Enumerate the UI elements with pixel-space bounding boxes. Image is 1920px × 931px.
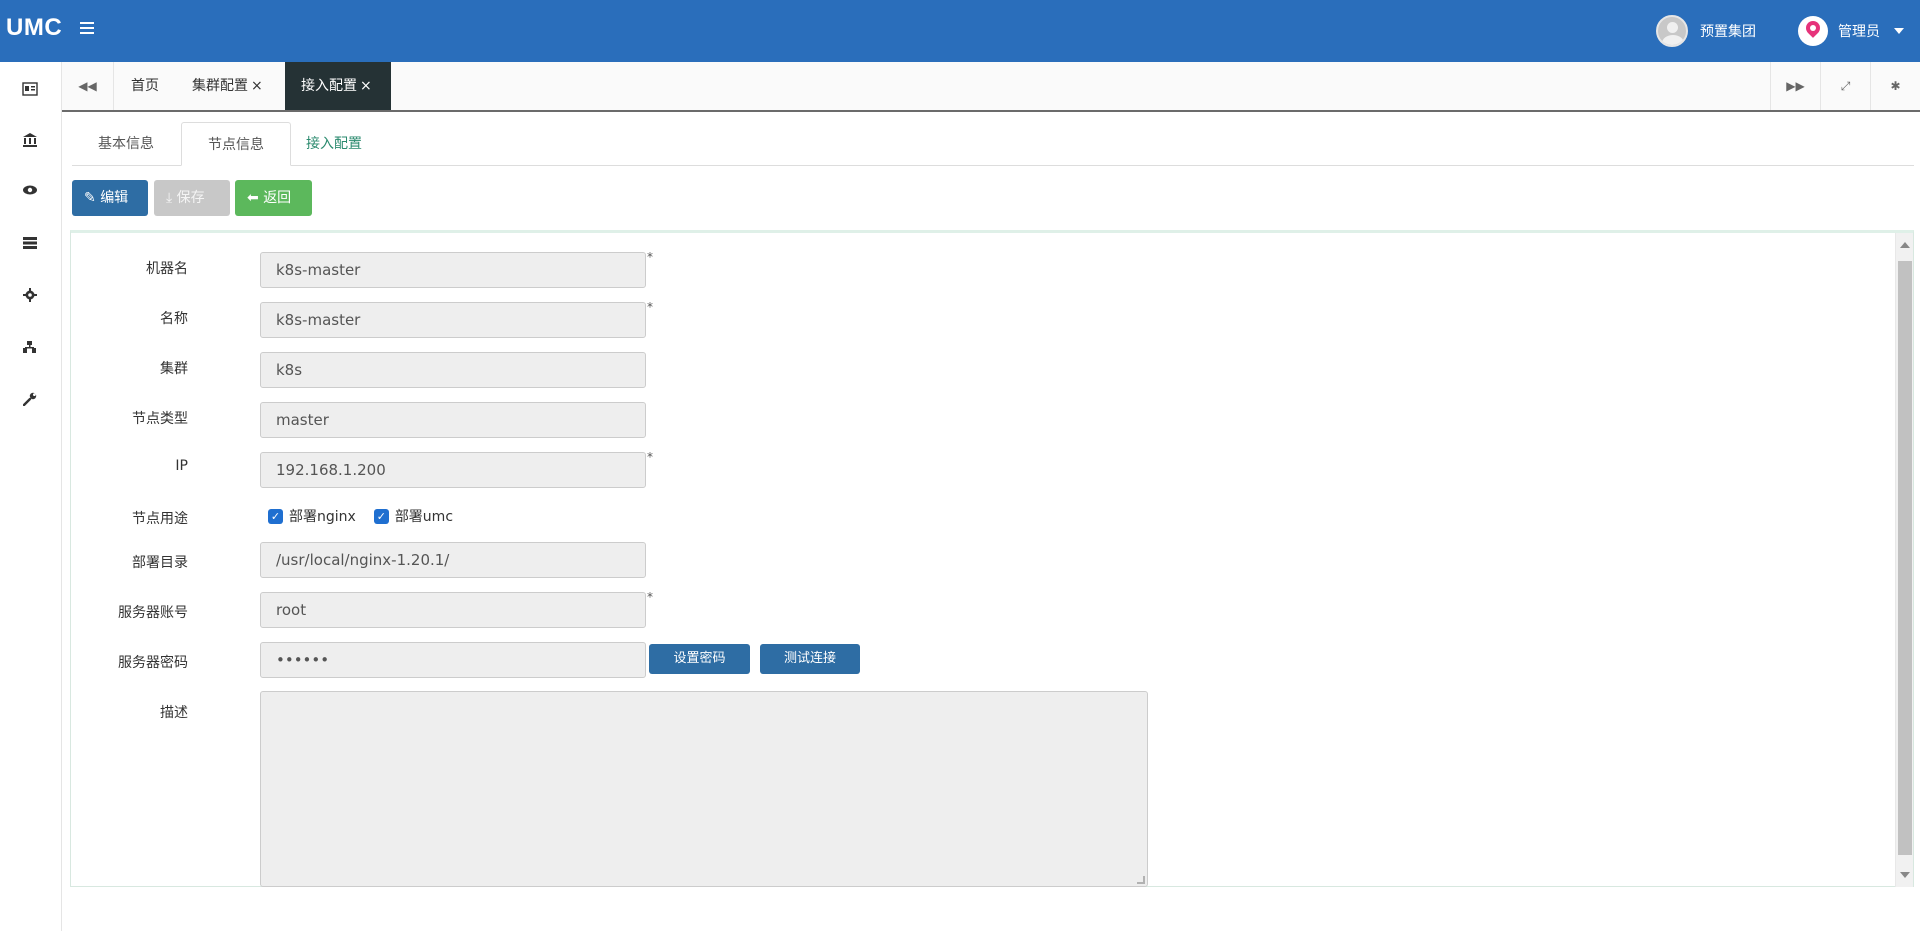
top-bar: UMC 预置集团 管理员	[0, 0, 1920, 62]
scroll-up-icon[interactable]	[1900, 242, 1910, 248]
settings-gear-icon[interactable]: ✱	[1870, 62, 1920, 110]
sitemap-icon[interactable]	[22, 340, 38, 356]
tab-access-config-label: 接入配置	[301, 78, 357, 94]
server-account-field[interactable]: root	[260, 592, 646, 628]
tab-access-config[interactable]: 接入配置 ×	[285, 62, 391, 110]
node-usage-label: 节点用途	[132, 511, 188, 527]
back-button-label: 返回	[263, 190, 292, 206]
description-label: 描述	[160, 705, 188, 721]
deploy-nginx-label: 部署nginx	[289, 509, 356, 525]
sub-tab-bar: 基本信息 节点信息 接入配置	[72, 122, 1914, 166]
back-button[interactable]: ⬅ 返回	[235, 180, 312, 216]
machine-name-field[interactable]: k8s-master	[260, 252, 646, 288]
server-password-label: 服务器密码	[118, 655, 188, 671]
wrench-icon[interactable]	[22, 392, 38, 408]
menu-toggle-icon[interactable]	[80, 22, 94, 36]
deploy-umc-label: 部署umc	[394, 509, 454, 525]
deploy-umc-checkbox[interactable]: ✓	[373, 508, 389, 524]
gear-icon[interactable]	[22, 288, 38, 304]
machine-name-label: 机器名	[146, 261, 188, 277]
tab-cluster-config[interactable]: 集群配置 ×	[180, 62, 275, 110]
fullscreen-icon[interactable]: ⤢	[1820, 62, 1870, 110]
test-connection-button[interactable]: 测试连接	[760, 644, 860, 674]
cluster-field[interactable]: k8s	[260, 352, 646, 388]
subtab-basic-info[interactable]: 基本信息	[72, 122, 180, 166]
ip-field[interactable]: 192.168.1.200	[260, 452, 646, 488]
user-location-icon	[1798, 16, 1828, 46]
required-mark: *	[647, 450, 653, 464]
subtab-node-info[interactable]: 节点信息	[181, 122, 291, 166]
bank-icon[interactable]	[22, 132, 38, 148]
edit-icon: ✎	[84, 190, 101, 206]
edit-button-label: 编辑	[100, 190, 129, 206]
node-type-field[interactable]: master	[260, 402, 646, 438]
deploy-dir-field[interactable]: /usr/local/nginx-1.20.1/	[260, 542, 646, 578]
description-textarea[interactable]	[260, 691, 1148, 887]
resize-handle-icon[interactable]	[1137, 876, 1145, 884]
tab-home[interactable]: 首页	[116, 62, 174, 110]
required-mark: *	[647, 300, 653, 314]
required-mark: *	[647, 590, 653, 604]
arrow-left-icon: ⬅	[247, 190, 264, 206]
close-icon[interactable]: ×	[360, 78, 372, 94]
tab-cluster-config-label: 集群配置	[192, 78, 248, 94]
ip-label: IP	[175, 458, 188, 474]
org-avatar-icon	[1656, 15, 1688, 47]
save-button[interactable]: ⤓ 保存	[154, 180, 230, 216]
server-icon[interactable]	[22, 236, 38, 252]
server-password-field[interactable]: ••••••	[260, 642, 646, 678]
cluster-label: 集群	[160, 361, 188, 377]
user-name: 管理员	[1838, 24, 1880, 40]
required-mark: *	[647, 250, 653, 264]
save-button-label: 保存	[176, 190, 205, 206]
chevron-down-icon	[1894, 28, 1904, 34]
deploy-nginx-checkbox[interactable]: ✓	[268, 508, 283, 524]
user-menu[interactable]: 管理员	[1798, 14, 1904, 48]
node-usage-options: ✓ 部署nginx ✓ 部署umc	[268, 506, 453, 526]
tab-scroll-left-icon[interactable]: ◀◀	[62, 62, 114, 110]
scroll-down-icon[interactable]	[1900, 872, 1910, 878]
download-icon: ⤓	[166, 190, 177, 206]
org-name: 预置集团	[1700, 24, 1756, 40]
org-switcher[interactable]: 预置集团	[1656, 14, 1756, 48]
name-field[interactable]: k8s-master	[260, 302, 646, 338]
tab-scroll-right-icon[interactable]: ▶▶	[1770, 62, 1820, 110]
app-logo[interactable]: UMC	[6, 14, 62, 42]
id-card-icon[interactable]	[22, 82, 38, 98]
page-tab-bar: ◀◀ 首页 集群配置 × 接入配置 × ▶▶ ⤢ ✱	[62, 62, 1920, 112]
edit-button[interactable]: ✎ 编辑	[72, 180, 148, 216]
set-password-button[interactable]: 设置密码	[649, 644, 750, 674]
vertical-scrollbar[interactable]	[1895, 233, 1913, 887]
subtab-access-config[interactable]: 接入配置	[280, 122, 388, 166]
close-icon[interactable]: ×	[251, 78, 263, 94]
scroll-thumb[interactable]	[1898, 261, 1912, 855]
eye-icon[interactable]	[22, 184, 38, 200]
left-sidebar	[0, 62, 62, 931]
tab-home-label: 首页	[131, 78, 159, 94]
node-type-label: 节点类型	[132, 411, 188, 427]
name-label: 名称	[160, 311, 188, 327]
server-account-label: 服务器账号	[118, 605, 188, 621]
deploy-dir-label: 部署目录	[132, 555, 188, 571]
